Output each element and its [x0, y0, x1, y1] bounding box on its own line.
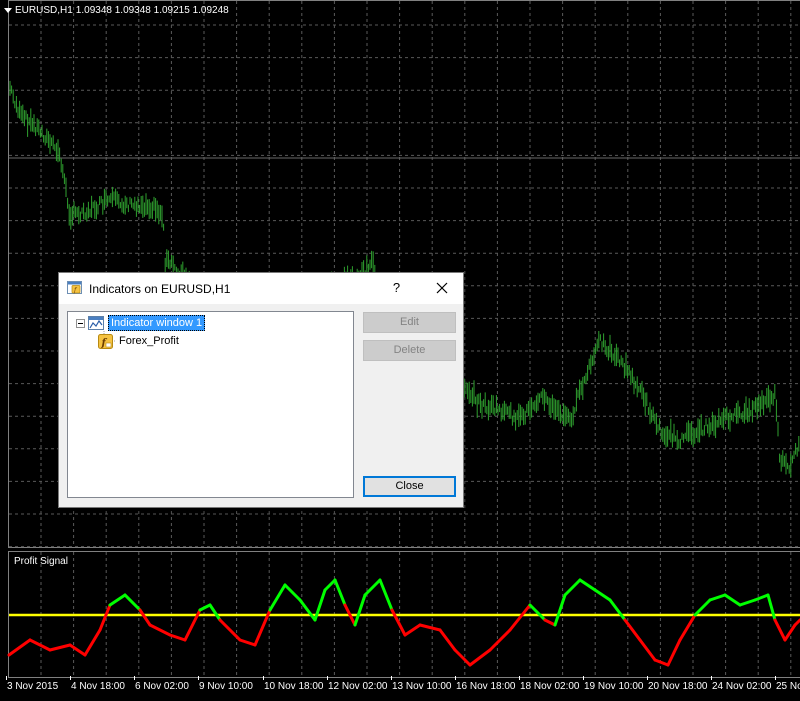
signal-segment	[553, 593, 567, 627]
dialog-titlebar[interactable]: f Indicators on EURUSD,H1 ?	[59, 273, 463, 304]
signal-segment	[528, 603, 547, 622]
signal-segment	[468, 648, 492, 667]
time-axis-label: 25 No	[776, 681, 800, 692]
signal-segment	[623, 618, 642, 642]
tree-node-indicator[interactable]: f Forex_Profit	[98, 333, 179, 349]
collapse-icon[interactable]	[76, 318, 85, 328]
edit-button[interactable]: Edit	[363, 312, 456, 333]
signal-segment	[543, 618, 557, 627]
signal-segment	[418, 623, 442, 632]
time-axis-label: 12 Nov 02:00	[328, 681, 388, 692]
signal-segment	[168, 633, 187, 642]
signal-segment	[138, 608, 152, 627]
time-axis-tick	[647, 676, 648, 680]
time-axis-tick	[327, 676, 328, 680]
signal-segment	[773, 618, 787, 642]
signal-segment	[708, 593, 727, 602]
signal-segment	[298, 598, 317, 622]
chart-symbol: EURUSD,H1	[15, 5, 73, 16]
time-axis-tick	[198, 676, 199, 680]
signal-segment	[563, 578, 582, 597]
tree-node-indicator-window[interactable]: Indicator window 1	[76, 315, 206, 331]
signal-segment	[323, 578, 337, 592]
signal-segment	[488, 628, 512, 652]
indicator-tree[interactable]: Indicator window 1 f Forex_Profit	[67, 311, 354, 498]
signal-segment	[578, 578, 597, 592]
time-axis-tick	[583, 676, 584, 680]
signal-segment	[333, 578, 347, 607]
time-axis-tick	[6, 676, 7, 680]
signal-segment	[593, 588, 612, 602]
signal-segment	[638, 638, 657, 662]
time-axis-label: 10 Nov 18:00	[264, 681, 324, 692]
signal-segment	[723, 593, 742, 607]
chart-ohlc: 1.09348 1.09348 1.09215 1.09248	[75, 5, 229, 16]
close-icon[interactable]	[429, 277, 455, 299]
signal-segment	[508, 603, 532, 632]
time-axis-label: 19 Nov 10:00	[584, 681, 644, 692]
signal-segment	[148, 623, 172, 637]
time-axis-label: 20 Nov 18:00	[648, 681, 708, 692]
chevron-down-icon[interactable]	[4, 8, 12, 13]
signal-segment	[208, 603, 222, 622]
signal-segment	[283, 583, 302, 602]
time-axis-label: 3 Nov 2015	[7, 681, 59, 692]
signal-segment	[268, 583, 287, 612]
time-axis-tick	[519, 676, 520, 680]
signal-segment	[83, 628, 102, 657]
help-button[interactable]: ?	[384, 277, 409, 299]
signal-segment	[793, 618, 800, 627]
time-axis-label: 16 Nov 18:00	[456, 681, 516, 692]
signal-segment	[753, 593, 770, 602]
signal-segment	[108, 593, 127, 607]
signal-segment	[48, 643, 72, 652]
signal-segment	[378, 578, 394, 612]
signal-segment	[453, 648, 472, 667]
signal-segment	[693, 598, 712, 617]
time-axis-tick	[775, 676, 776, 680]
time-axis-label: 18 Nov 02:00	[520, 681, 580, 692]
custom-indicator-icon: f	[98, 333, 113, 349]
indicators-icon: f	[67, 281, 82, 294]
time-axis-tick	[455, 676, 456, 680]
time-axis-tick	[391, 676, 392, 680]
signal-segment	[98, 603, 112, 632]
signal-segment	[783, 623, 797, 642]
indicator-window-icon	[88, 316, 104, 330]
dialog-title: Indicators on EURUSD,H1	[89, 282, 231, 296]
chart-header: EURUSD,H1 1.09348 1.09348 1.09215 1.0924…	[4, 5, 229, 16]
signal-segment	[68, 643, 87, 657]
tree-node-window-label: Indicator window 1	[108, 315, 206, 331]
signal-segment	[666, 638, 682, 667]
signal-segment	[608, 598, 627, 622]
time-axis-tick	[263, 676, 264, 680]
time-axis-tick	[711, 676, 712, 680]
signal-segment	[353, 593, 367, 627]
tree-node-indicator-label: Forex_Profit	[119, 335, 179, 347]
indicators-dialog: f Indicators on EURUSD,H1 ? Indicator wi…	[58, 272, 464, 508]
time-axis-tick	[70, 676, 71, 680]
signal-segment	[7, 638, 32, 657]
signal-segment	[28, 638, 52, 652]
time-axis-tick	[134, 676, 135, 680]
time-axis-label: 24 Nov 02:00	[712, 681, 772, 692]
time-axis-label: 9 Nov 10:00	[199, 681, 253, 692]
delete-button[interactable]: Delete	[363, 340, 456, 361]
signal-segment	[123, 593, 142, 612]
time-axis: 3 Nov 2015 4 Nov 18:00 6 Nov 02:00 9 Nov 10…	[0, 676, 800, 701]
time-axis-label: 4 Nov 18:00	[71, 681, 125, 692]
time-axis-label: 6 Nov 02:00	[135, 681, 189, 692]
signal-segment	[198, 603, 212, 612]
subwindow-title: Profit Signal	[14, 556, 68, 567]
signal-segment	[438, 628, 457, 652]
signal-segment	[738, 598, 757, 607]
close-button[interactable]: Close	[363, 476, 456, 497]
signal-segment	[238, 638, 257, 647]
signal-segment	[653, 658, 670, 667]
time-axis-label: 13 Nov 10:00	[392, 681, 452, 692]
signal-segment	[403, 623, 422, 637]
